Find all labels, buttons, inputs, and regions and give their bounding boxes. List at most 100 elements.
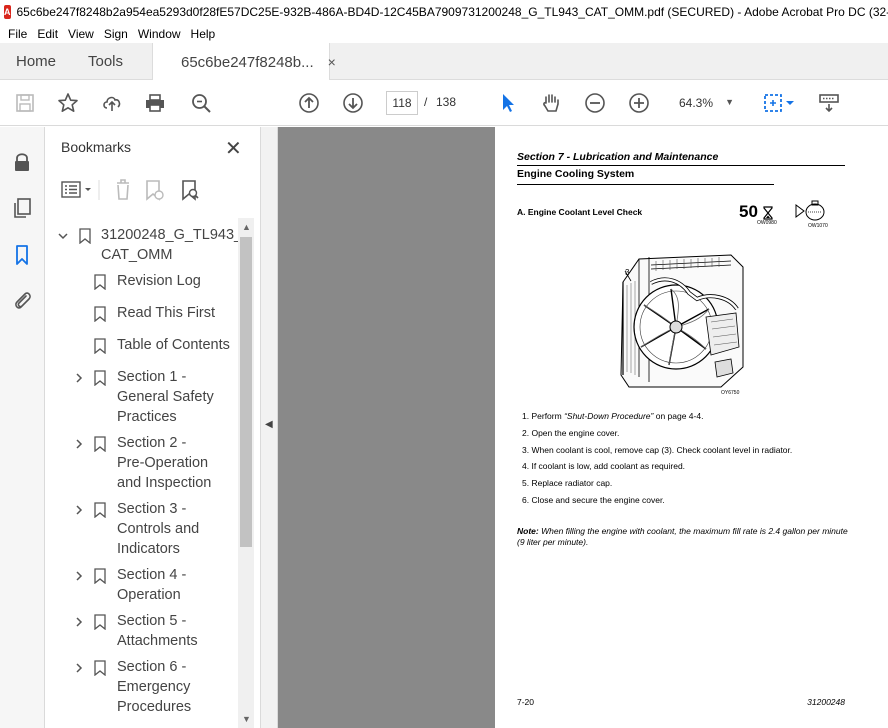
bookmark-icon[interactable] bbox=[11, 244, 33, 266]
acrobat-window: A 65c6be247f8248b2a954ea5293d0f28fE57DC2… bbox=[0, 0, 888, 728]
step-text: When coolant is cool, remove cap (3). Ch… bbox=[531, 444, 793, 455]
print-icon[interactable] bbox=[143, 91, 167, 115]
bookmark-section-2[interactable]: Section 2 - Pre-Operation and Inspection bbox=[45, 433, 239, 495]
step-number: 2. bbox=[522, 427, 530, 438]
save-icon[interactable] bbox=[13, 91, 37, 115]
step-text: Close and secure the engine cover. bbox=[531, 494, 665, 505]
note: Note: When filling the engine with coola… bbox=[517, 526, 857, 548]
step-number: 3. bbox=[522, 444, 530, 455]
search-zoom-icon[interactable] bbox=[189, 91, 213, 115]
bookmark-label: Controls and bbox=[117, 521, 200, 537]
step-text: on page 4-4. bbox=[653, 411, 704, 421]
interval-code: OW0980 bbox=[757, 220, 777, 226]
step-number: 5. bbox=[522, 478, 530, 489]
bookmarks-title: Bookmarks bbox=[61, 139, 132, 155]
bookmark-ribbon-icon bbox=[94, 338, 106, 354]
select-cursor-icon[interactable] bbox=[496, 91, 520, 115]
fit-page-icon[interactable] bbox=[762, 91, 796, 115]
coolant-reservoir-icon bbox=[795, 200, 825, 221]
bookmark-section-3[interactable]: Section 3 - Controls and Indicators bbox=[45, 499, 239, 561]
step-number: 4. bbox=[522, 461, 530, 472]
upload-icon[interactable] bbox=[100, 91, 124, 115]
bookmark-label: Revision Log bbox=[117, 273, 201, 289]
chevron-right-icon[interactable] bbox=[73, 438, 85, 450]
page-heading: Engine Cooling System bbox=[517, 168, 774, 185]
menu-window[interactable]: Window bbox=[134, 27, 187, 41]
scroll-up-icon[interactable]: ▲ bbox=[242, 222, 251, 232]
bookmark-label: Practices bbox=[117, 409, 177, 425]
down-arrow-icon[interactable] bbox=[341, 91, 365, 115]
bookmark-ribbon-icon bbox=[94, 568, 106, 584]
menu-edit[interactable]: Edit bbox=[33, 27, 64, 41]
new-bookmark-icon[interactable] bbox=[146, 180, 164, 201]
title-bar: A 65c6be247f8248b2a954ea5293d0f28fE57DC2… bbox=[0, 0, 888, 24]
menu-view[interactable]: View bbox=[64, 27, 100, 41]
bookmark-root[interactable]: 31200248_G_TL943_ CAT_OMM bbox=[45, 225, 239, 267]
close-icon[interactable]: ✕ bbox=[225, 136, 242, 161]
bookmark-table-of-contents[interactable]: Table of Contents bbox=[45, 335, 239, 357]
chevron-right-icon[interactable] bbox=[73, 372, 85, 384]
zoom-in-icon[interactable] bbox=[627, 91, 651, 115]
tab-close-icon[interactable]: × bbox=[328, 54, 336, 70]
bookmark-label: General Safety bbox=[117, 389, 214, 405]
figure-callout: 3 bbox=[625, 268, 630, 277]
hourglass-icon bbox=[763, 206, 773, 220]
bookmark-section-1[interactable]: Section 1 - General Safety Practices bbox=[45, 367, 239, 429]
note-text: When filling the engine with coolant, th… bbox=[517, 526, 848, 547]
tab-tools[interactable]: Tools bbox=[88, 43, 123, 80]
step-item: 1. Perform “Shut-Down Procedure” on page… bbox=[522, 408, 862, 425]
step-item: 2. Open the engine cover. bbox=[522, 425, 862, 442]
menu-sign[interactable]: Sign bbox=[100, 27, 134, 41]
step-item: 5. Replace radiator cap. bbox=[522, 475, 862, 492]
options-icon[interactable] bbox=[61, 181, 91, 198]
zoom-out-icon[interactable] bbox=[583, 91, 607, 115]
chevron-down-icon[interactable] bbox=[57, 230, 69, 242]
panel-splitter[interactable]: ◀ bbox=[260, 127, 278, 728]
bookmark-ribbon-icon bbox=[94, 660, 106, 676]
lock-icon[interactable] bbox=[11, 151, 33, 173]
delete-icon[interactable] bbox=[117, 179, 129, 200]
bookmark-label: Section 5 - bbox=[117, 613, 187, 629]
attachment-icon[interactable] bbox=[11, 289, 33, 311]
bookmark-revision-log[interactable]: Revision Log bbox=[45, 271, 239, 293]
bookmark-ribbon-icon bbox=[94, 274, 106, 290]
zoom-select[interactable]: 64.3% ▼ bbox=[670, 91, 742, 115]
tab-document[interactable]: 65c6be247f8248b... × bbox=[152, 43, 336, 81]
chevron-right-icon[interactable] bbox=[73, 616, 85, 628]
bookmarks-scrollbar[interactable]: ▲ ▼ bbox=[238, 218, 254, 728]
scroll-down-icon[interactable]: ▼ bbox=[242, 714, 251, 724]
bookmark-label: and Inspection bbox=[117, 475, 212, 491]
menu-bar: File Edit View Sign Window Help bbox=[0, 24, 888, 43]
document-viewport[interactable]: Section 7 - Lubrication and Maintenance … bbox=[278, 127, 888, 728]
collapse-panel-icon[interactable]: ◀ bbox=[265, 419, 273, 430]
bookmark-ribbon-icon bbox=[79, 228, 91, 244]
chevron-right-icon[interactable] bbox=[73, 570, 85, 582]
menu-file[interactable]: File bbox=[4, 27, 33, 41]
chevron-down-icon[interactable]: ▼ bbox=[725, 97, 734, 107]
keyboard-icon[interactable] bbox=[817, 91, 841, 115]
bookmark-section-4[interactable]: Section 4 - Operation bbox=[45, 565, 239, 607]
star-icon[interactable] bbox=[56, 91, 80, 115]
bookmark-section-5[interactable]: Section 5 - Attachments bbox=[45, 611, 239, 653]
bookmark-section-6[interactable]: Section 6 - Emergency Procedures bbox=[45, 657, 239, 719]
subheading: A. Engine Coolant Level Check bbox=[517, 207, 643, 217]
pages-icon[interactable] bbox=[11, 197, 33, 219]
section-header-title: Lubrication and Maintenance bbox=[573, 151, 719, 163]
bookmark-label: Operation bbox=[117, 587, 181, 603]
figure-code: OY6750 bbox=[721, 390, 740, 396]
scroll-thumb[interactable] bbox=[240, 237, 252, 547]
hand-icon[interactable] bbox=[539, 91, 563, 115]
step-text: Open the engine cover. bbox=[531, 427, 620, 438]
menu-help[interactable]: Help bbox=[187, 27, 222, 41]
up-arrow-icon[interactable] bbox=[297, 91, 321, 115]
page-number-input[interactable]: 118 bbox=[386, 91, 418, 115]
find-bookmark-icon[interactable] bbox=[182, 180, 199, 201]
bookmark-label: Indicators bbox=[117, 541, 180, 557]
bookmark-label: Section 6 - bbox=[117, 659, 187, 675]
bookmark-ribbon-icon bbox=[94, 306, 106, 322]
bookmark-read-this-first[interactable]: Read This First bbox=[45, 303, 239, 325]
bookmark-ribbon-icon bbox=[94, 502, 106, 518]
chevron-right-icon[interactable] bbox=[73, 662, 85, 674]
chevron-right-icon[interactable] bbox=[73, 504, 85, 516]
tab-home[interactable]: Home bbox=[16, 43, 56, 80]
